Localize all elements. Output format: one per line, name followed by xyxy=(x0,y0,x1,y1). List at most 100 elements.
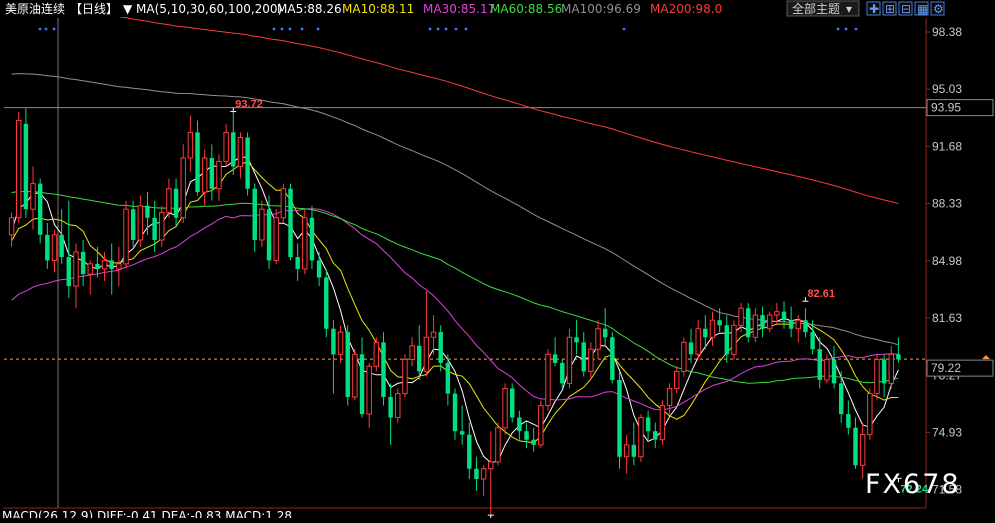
candle[interactable] xyxy=(509,383,515,423)
candle-body-up xyxy=(538,405,544,446)
candle[interactable] xyxy=(538,400,544,449)
candle[interactable] xyxy=(352,349,358,401)
candle[interactable] xyxy=(288,183,293,261)
candle[interactable] xyxy=(302,209,308,275)
signal-dot-icon xyxy=(436,27,440,31)
signal-dot-icon xyxy=(844,27,848,31)
candle[interactable] xyxy=(23,108,29,218)
candle[interactable] xyxy=(245,132,250,196)
candle-body-down xyxy=(231,132,236,167)
signal-dot-icon xyxy=(272,27,276,31)
candle-body-up xyxy=(201,157,208,193)
candle-body-up xyxy=(752,314,759,338)
candle[interactable] xyxy=(638,414,644,462)
chart-header: 美原油连续 【日线】 ▼ MA(5,10,30,60,100,200) MA5:… xyxy=(0,0,995,17)
candle-body-down xyxy=(703,328,708,338)
candle-body-up xyxy=(101,259,108,270)
y-tick-label: 95.03 xyxy=(932,82,962,96)
candle[interactable] xyxy=(16,111,22,223)
candle-body-up xyxy=(409,345,415,360)
candle-body-up xyxy=(73,251,79,287)
candle-body-down xyxy=(173,188,179,218)
candle-body-up xyxy=(402,358,408,395)
candle-body-up xyxy=(731,324,737,355)
candle-body-up xyxy=(638,417,644,458)
candle-body-up xyxy=(666,387,673,407)
candle[interactable] xyxy=(545,349,551,411)
candle[interactable] xyxy=(566,328,573,389)
candlestick-chart[interactable]: 93.7282.6170.0872.24 98.3895.0391.6888.3… xyxy=(0,0,995,523)
candle-body-up xyxy=(302,217,308,270)
candle-body-up xyxy=(673,370,680,389)
candle[interactable] xyxy=(867,388,873,440)
signal-dot-icon xyxy=(44,27,48,31)
candle[interactable] xyxy=(617,371,622,469)
candle-body-up xyxy=(495,427,501,463)
candle-body-down xyxy=(760,315,765,329)
candle[interactable] xyxy=(345,325,350,406)
candle-body-up xyxy=(874,358,880,395)
candle-body-up xyxy=(273,217,279,261)
macd-indicator-text: MACD(26,12,9) DIFF:-0.41 DEA:-0.83 MACD:… xyxy=(2,509,292,518)
current-price-label: 79.22 xyxy=(931,361,961,375)
candle[interactable] xyxy=(874,354,880,401)
candle[interactable] xyxy=(766,311,773,333)
dropdown-triangle-icon[interactable]: ▼ xyxy=(123,2,133,16)
candle-body-down xyxy=(45,234,50,261)
candle[interactable] xyxy=(280,183,287,223)
ma-value-label: MA5:88.26 xyxy=(277,2,342,16)
candle-body-up xyxy=(30,183,36,210)
candle[interactable] xyxy=(273,209,279,264)
candle-body-up xyxy=(423,336,430,372)
candle[interactable] xyxy=(395,388,401,423)
candle[interactable] xyxy=(381,332,386,406)
candle-body-down xyxy=(617,379,622,457)
candle-body-up xyxy=(116,263,122,270)
candle-body-down xyxy=(560,362,565,384)
candle[interactable] xyxy=(123,200,129,269)
signal-dot-icon xyxy=(316,27,320,31)
candle-body-up xyxy=(337,331,344,355)
y-tick-label: 88.33 xyxy=(932,197,962,211)
candle-body-down xyxy=(459,431,465,435)
candle-body-down xyxy=(288,188,293,258)
candle-body-down xyxy=(445,362,451,394)
candle-body-down xyxy=(381,342,386,398)
candle-body-up xyxy=(681,341,687,372)
candle-body-up xyxy=(352,353,358,398)
candle-body-down xyxy=(195,132,200,193)
candle-body-down xyxy=(266,209,272,261)
candle[interactable] xyxy=(746,303,751,343)
ma-value-label: MA60:88.56 xyxy=(490,2,562,16)
candle-body-down xyxy=(631,444,637,457)
signal-dot-icon xyxy=(464,27,468,31)
candle-body-down xyxy=(438,332,443,363)
candle-body-down xyxy=(688,342,694,355)
candle-body-up xyxy=(395,393,401,419)
candle[interactable] xyxy=(37,178,43,244)
candle[interactable] xyxy=(402,354,408,398)
candle[interactable] xyxy=(659,400,666,445)
candle[interactable] xyxy=(502,383,508,435)
y-tick-label: 91.68 xyxy=(932,139,962,153)
candle-body-up xyxy=(187,131,194,159)
signal-dot-icon xyxy=(280,27,284,31)
candle-body-down xyxy=(724,325,729,355)
candle[interactable] xyxy=(731,320,737,360)
candle[interactable] xyxy=(681,337,687,377)
candle-body-down xyxy=(602,328,608,338)
candle-body-up xyxy=(51,234,58,261)
candle-body-up xyxy=(137,205,144,241)
period-label: 【日线】 xyxy=(70,2,118,16)
candle[interactable] xyxy=(324,268,329,338)
candle-body-up xyxy=(159,212,165,241)
candle-body-down xyxy=(145,205,150,218)
toolbar-buttons: ✚ ⊞ ⊟ ▦ ⚙ xyxy=(866,1,945,16)
candle-body-down xyxy=(474,468,479,479)
candle[interactable] xyxy=(373,337,380,372)
candle[interactable] xyxy=(610,332,615,384)
candle-body-up xyxy=(280,188,287,219)
candle-body-up xyxy=(480,468,487,480)
candle[interactable] xyxy=(495,422,501,466)
candle-body-down xyxy=(552,354,558,363)
